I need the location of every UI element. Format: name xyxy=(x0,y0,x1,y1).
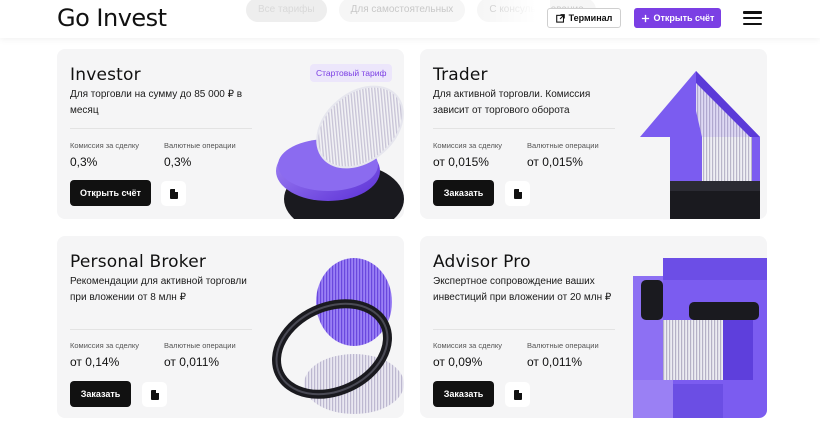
stat-value: от 0,011% xyxy=(164,355,220,369)
stat-value: от 0,011% xyxy=(527,355,583,369)
logo[interactable]: Go Invest xyxy=(57,4,167,32)
pdf-document-icon[interactable] xyxy=(505,181,530,206)
card-title: Trader xyxy=(433,65,488,85)
order-button[interactable]: Заказать xyxy=(433,381,494,407)
ring-coins-illustration xyxy=(272,258,404,414)
stat-commission: Комиссия за сделку от 0,14% xyxy=(70,341,139,369)
starter-tariff-badge: Стартовый тариф xyxy=(310,64,393,82)
card-title: Personal Broker xyxy=(70,252,207,272)
terminal-button-label: Терминал xyxy=(568,13,613,23)
order-button[interactable]: Заказать xyxy=(70,381,131,407)
pdf-document-icon[interactable] xyxy=(505,382,530,407)
order-button[interactable]: Заказать xyxy=(433,180,494,206)
stat-label: Комиссия за сделку xyxy=(70,141,139,150)
divider xyxy=(70,329,252,330)
card-description: Рекомендации для активной торговли при в… xyxy=(70,276,247,303)
stat-currency: Валютные операции 0,3% xyxy=(164,141,236,169)
tab-self-directed[interactable]: Для самостоятельных xyxy=(338,0,466,22)
terminal-button[interactable]: Терминал xyxy=(547,8,621,28)
stat-value: от 0,015% xyxy=(527,155,583,169)
stat-label: Валютные операции xyxy=(527,341,599,350)
plus-icon xyxy=(641,14,649,22)
tariff-card-advisor-pro: Advisor Pro Экспертное сопровождение ваш… xyxy=(420,236,767,418)
burger-menu-icon[interactable] xyxy=(743,11,762,25)
tabs-fade-overlay xyxy=(480,0,550,30)
card-description: Экспертное сопровождение ваших инвестици… xyxy=(433,276,612,303)
coin-stack-illustration xyxy=(276,85,404,219)
stat-label: Валютные операции xyxy=(164,141,236,150)
stat-label: Комиссия за сделку xyxy=(433,341,502,350)
cube-blocks-illustration xyxy=(633,258,767,418)
card-title: Investor xyxy=(70,65,141,85)
divider xyxy=(433,128,615,129)
stat-value: от 0,09% xyxy=(433,355,483,369)
card-description: Для активной торговли. Комиссия зависит … xyxy=(433,89,591,116)
stat-commission: Комиссия за сделку от 0,015% xyxy=(433,141,502,169)
divider xyxy=(433,329,615,330)
stat-value: 0,3% xyxy=(164,155,192,169)
tariff-card-personal-broker: Personal Broker Рекомендации для активно… xyxy=(57,236,404,418)
card-description: Для торговли на сумму до 85 000 ₽ в меся… xyxy=(70,89,243,116)
open-account-cta[interactable]: Открыть счёт xyxy=(70,180,151,206)
external-link-icon xyxy=(555,13,565,23)
card-title: Advisor Pro xyxy=(433,252,531,272)
stat-value: от 0,015% xyxy=(433,155,489,169)
stat-value: 0,3% xyxy=(70,155,98,169)
stat-currency: Валютные операции от 0,011% xyxy=(527,341,599,369)
stat-value: от 0,14% xyxy=(70,355,120,369)
stat-label: Валютные операции xyxy=(527,141,599,150)
tariff-card-trader: Trader Для активной торговли. Комиссия з… xyxy=(420,49,767,219)
pdf-document-icon[interactable] xyxy=(142,382,167,407)
open-account-button[interactable]: Открыть счёт xyxy=(634,8,721,28)
tariff-card-investor: Investor Для торговли на сумму до 85 000… xyxy=(57,49,404,219)
stat-label: Комиссия за сделку xyxy=(70,341,139,350)
stat-label: Валютные операции xyxy=(164,341,236,350)
stat-commission: Комиссия за сделку 0,3% xyxy=(70,141,139,169)
arrow-up-illustration xyxy=(640,71,760,219)
tab-all-tariffs[interactable]: Все тарифы xyxy=(246,0,327,22)
stat-currency: Валютные операции от 0,015% xyxy=(527,141,599,169)
pdf-document-icon[interactable] xyxy=(161,181,186,206)
stat-currency: Валютные операции от 0,011% xyxy=(164,341,236,369)
stat-commission: Комиссия за сделку от 0,09% xyxy=(433,341,502,369)
stat-label: Комиссия за сделку xyxy=(433,141,502,150)
top-header: Go Invest Все тарифы Для самостоятельных… xyxy=(0,0,820,38)
open-account-button-label: Открыть счёт xyxy=(653,13,715,23)
divider xyxy=(70,128,252,129)
